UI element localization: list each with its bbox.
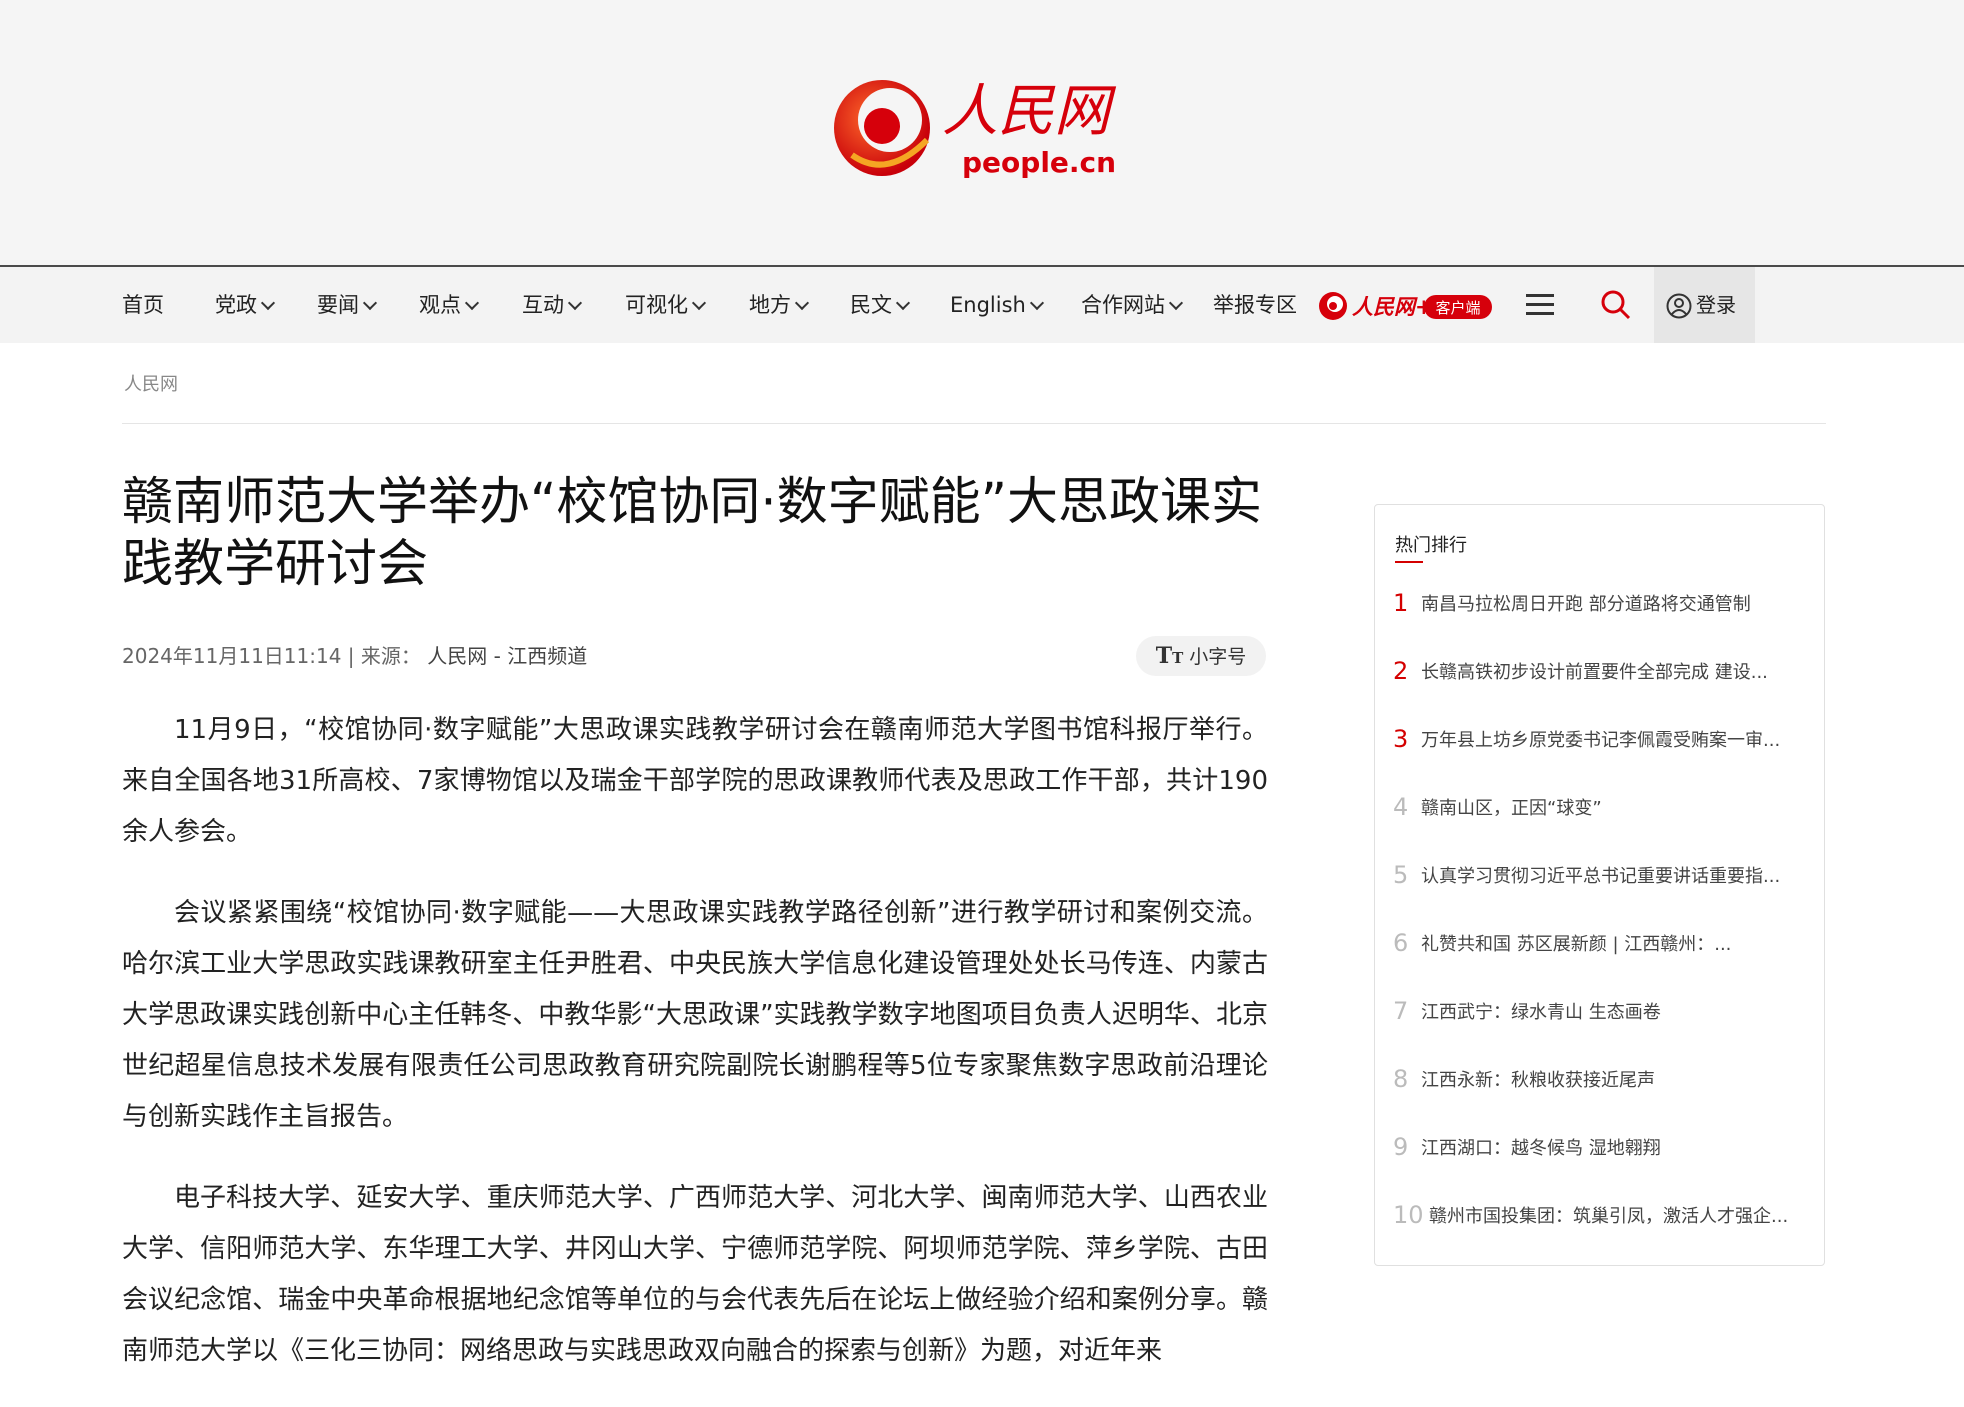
article-paragraph: 11月9日，“校馆协同·数字赋能”大思政课实践教学研讨会在赣南师范大学图书馆科报… [122, 715, 1268, 847]
logo-domain: people.cn [962, 146, 1116, 179]
font-size-icon: TT [1155, 643, 1184, 669]
main-nav: 首页 党政 要闻 观点 互动 可视化 地方 民文 English 合作网站 举报… [0, 265, 1964, 343]
nav-item-home[interactable]: 首页 [122, 267, 164, 343]
rank-text: 江西永新：秋粮收获接近尾声 [1421, 1070, 1655, 1091]
rank-number: 9 [1393, 1133, 1409, 1161]
logo-name: 人民网 [942, 79, 1117, 144]
divider [122, 423, 1826, 424]
rank-text: 认真学习贯彻习近平总书记重要讲话重要指... [1421, 866, 1781, 887]
rank-item[interactable]: 1 南昌马拉松周日开跑 部分道路将交通管制 [1393, 589, 1813, 629]
nav-item-minwen[interactable]: 民文 [850, 267, 911, 343]
chevron-down-icon [362, 295, 378, 311]
hamburger-menu-icon[interactable] [1524, 289, 1556, 321]
article-datetime: 2024年11月11日11:14 [122, 644, 342, 668]
login-button[interactable]: 登录 [1654, 267, 1755, 343]
nav-item-opinion[interactable]: 观点 [419, 267, 480, 343]
font-size-label: 小字号 [1189, 646, 1247, 668]
rank-number: 10 [1393, 1201, 1424, 1229]
rank-number: 4 [1393, 793, 1409, 821]
rank-item[interactable]: 4 赣南山区，正因“球变” [1393, 793, 1813, 833]
hot-ranking-panel: 热门排行 1 南昌马拉松周日开跑 部分道路将交通管制 2 长赣高铁初步设计前置要件全… [1374, 504, 1825, 1266]
user-icon [1666, 293, 1692, 319]
rank-text: 长赣高铁初步设计前置要件全部完成 建设... [1421, 662, 1768, 683]
font-size-toggle-button[interactable]: TT 小字号 [1136, 636, 1266, 676]
nav-item-party[interactable]: 党政 [215, 267, 276, 343]
app-tag-text: 客户端 [1435, 299, 1480, 317]
chevron-down-icon [691, 295, 707, 311]
rank-number: 5 [1393, 861, 1409, 889]
nav-item-news[interactable]: 要闻 [317, 267, 378, 343]
article-title: 赣南师范大学举办“校馆协同·数字赋能”大思政课实践教学研讨会 [122, 473, 1263, 594]
nav-item-partners[interactable]: 合作网站 [1081, 267, 1184, 343]
rank-number: 7 [1393, 997, 1409, 1025]
nav-item-visual[interactable]: 可视化 [625, 267, 707, 343]
login-label: 登录 [1696, 293, 1736, 317]
chevron-down-icon [1168, 295, 1184, 311]
rank-item[interactable]: 8 江西永新：秋粮收获接近尾声 [1393, 1065, 1813, 1105]
app-brand-text: 人民网+ [1352, 294, 1433, 319]
rank-text: 江西武宁：绿水青山 生态画卷 [1421, 1002, 1661, 1023]
app-client-badge[interactable]: 人民网+ 客户端 [1318, 289, 1494, 323]
article-source[interactable]: 人民网 - 江西频道 [427, 644, 587, 668]
article-meta: 2024年11月11日11:14 | 来源： 人民网 - 江西频道 [122, 640, 587, 669]
rank-item[interactable]: 2 长赣高铁初步设计前置要件全部完成 建设... [1393, 657, 1813, 697]
chevron-down-icon [1029, 295, 1044, 311]
article-paragraph: 会议紧紧围绕“校馆协同·数字赋能——大思政课实践教学路径创新”进行教学研讨和案例… [122, 898, 1268, 1132]
rank-text: 万年县上坊乡原党委书记李佩霞受贿案一审... [1421, 730, 1781, 751]
title-underline [1395, 561, 1423, 563]
rank-number: 3 [1393, 725, 1409, 753]
nav-item-interact[interactable]: 互动 [522, 267, 583, 343]
rank-item[interactable]: 7 江西武宁：绿水青山 生态画卷 [1393, 997, 1813, 1037]
rank-item[interactable]: 5 认真学习贯彻习近平总书记重要讲话重要指... [1393, 861, 1813, 901]
site-header: 人民网 people.cn [0, 0, 1964, 265]
rank-item[interactable]: 6 礼赞共和国 苏区展新颜 | 江西赣州：... [1393, 929, 1813, 969]
meta-separator: | [347, 644, 361, 668]
rank-item[interactable]: 3 万年县上坊乡原党委书记李佩霞受贿案一审... [1393, 725, 1813, 765]
people-cn-logo[interactable]: 人民网 people.cn [832, 70, 1122, 185]
breadcrumb[interactable]: 人民网 [124, 370, 178, 396]
rank-text: 礼赞共和国 苏区展新颜 | 江西赣州：... [1421, 934, 1732, 955]
rank-number: 8 [1393, 1065, 1409, 1093]
chevron-down-icon [567, 295, 583, 311]
chevron-down-icon [260, 295, 276, 311]
article-body: 11月9日，“校馆协同·数字赋能”大思政课实践教学研讨会在赣南师范大学图书馆科报… [122, 705, 1268, 1407]
source-prefix: 来源： [360, 644, 421, 668]
rank-text: 赣州市国投集团：筑巢引凤，激活人才强企... [1429, 1206, 1789, 1227]
rank-text: 赣南山区，正因“球变” [1421, 798, 1602, 819]
rank-text: 江西湖口：越冬候鸟 湿地翱翔 [1421, 1138, 1661, 1159]
hot-ranking-title: 热门排行 [1395, 535, 1467, 556]
nav-item-local[interactable]: 地方 [749, 267, 810, 343]
rank-item[interactable]: 10 赣州市国投集团：筑巢引凤，激活人才强企... [1393, 1201, 1813, 1241]
rank-number: 6 [1393, 929, 1409, 957]
rank-number: 2 [1393, 657, 1409, 685]
nav-item-report[interactable]: 举报专区 [1213, 267, 1297, 343]
chevron-down-icon [895, 295, 911, 311]
rank-text: 南昌马拉松周日开跑 部分道路将交通管制 [1421, 594, 1751, 615]
chevron-down-icon [794, 295, 810, 311]
article-paragraph: 电子科技大学、延安大学、重庆师范大学、广西师范大学、河北大学、闽南师范大学、山西… [122, 1183, 1268, 1366]
search-icon[interactable] [1600, 289, 1632, 321]
nav-item-english[interactable]: English [950, 267, 1044, 343]
rank-number: 1 [1393, 589, 1409, 617]
rank-item[interactable]: 9 江西湖口：越冬候鸟 湿地翱翔 [1393, 1133, 1813, 1173]
chevron-down-icon [464, 295, 480, 311]
